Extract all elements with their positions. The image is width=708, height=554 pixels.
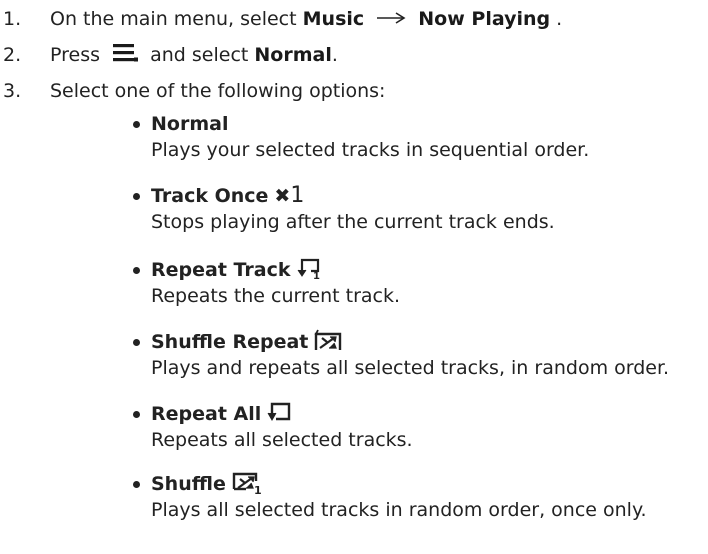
step-text: Select one of the following options: — [50, 80, 386, 102]
arrow-right-icon — [377, 12, 406, 24]
step-text: Press and select Normal. — [50, 40, 338, 70]
svg-text:1: 1 — [254, 484, 262, 495]
step-text-middle: and select — [150, 44, 249, 66]
shuffle-icon: 1 — [232, 472, 262, 495]
repeat-track-icon: 1 — [297, 258, 320, 279]
step-text-prefix: On the main menu, select — [50, 8, 297, 30]
menu-icon — [113, 43, 139, 61]
step-text-prefix: Press — [50, 44, 101, 66]
step-number: 1. — [3, 8, 22, 30]
option-description: Plays and repeats all selected tracks, i… — [151, 357, 670, 379]
bullet — [133, 193, 140, 200]
bullet — [133, 411, 140, 418]
instructions-document: 1. On the main menu, select Music Now Pl… — [0, 0, 708, 554]
option-description: Repeats the current track. — [151, 285, 401, 307]
repeat-all-icon — [267, 402, 291, 421]
bullet — [133, 481, 140, 488]
option-description: Plays all selected tracks in random orde… — [151, 499, 647, 521]
bullet — [133, 339, 140, 346]
option-description: Plays your selected tracks in sequential… — [151, 139, 590, 161]
shuffle-repeat-icon — [314, 329, 342, 350]
option-description: Repeats all selected tracks. — [151, 429, 413, 451]
step-text: On the main menu, select Music Now Playi… — [50, 4, 562, 34]
menu-item-music: Music — [302, 8, 365, 30]
step-number: 2. — [3, 44, 22, 66]
svg-text:1: 1 — [313, 271, 320, 279]
menu-item-now-playing: Now Playing — [418, 8, 551, 30]
step-text-suffix: . — [331, 44, 338, 66]
bullet — [133, 267, 140, 274]
option-normal-ref: Normal — [254, 44, 332, 66]
step-text-suffix: . — [550, 8, 563, 30]
option-description: Stops playing after the current track en… — [151, 211, 555, 233]
step-number: 3. — [3, 80, 22, 102]
bullet — [133, 121, 140, 128]
